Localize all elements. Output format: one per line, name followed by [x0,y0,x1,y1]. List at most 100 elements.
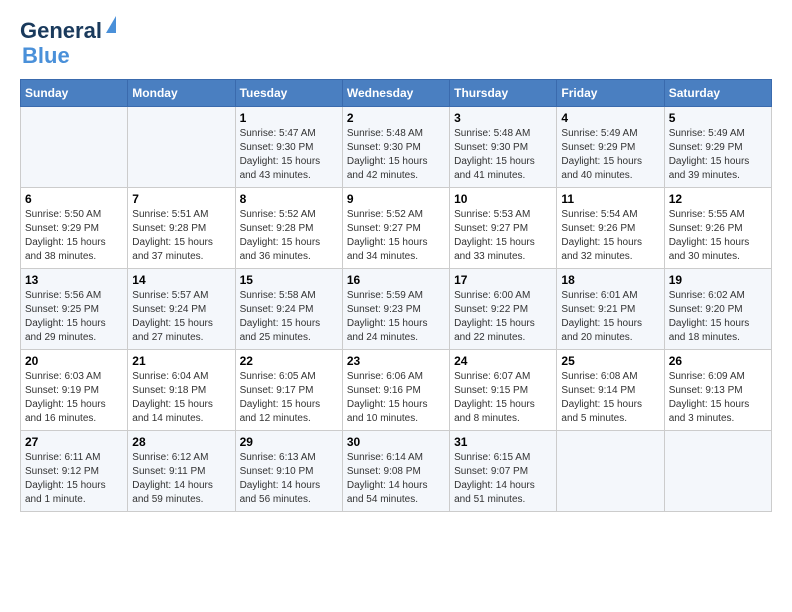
day-number: 29 [240,435,338,449]
day-info: Sunrise: 5:56 AM Sunset: 9:25 PM Dayligh… [25,289,123,345]
day-number: 5 [669,111,767,125]
day-number: 2 [347,111,445,125]
logo-general: General [20,18,102,43]
day-number: 25 [561,354,659,368]
day-info: Sunrise: 6:04 AM Sunset: 9:18 PM Dayligh… [132,370,230,426]
calendar-cell [128,107,235,188]
day-info: Sunrise: 5:48 AM Sunset: 9:30 PM Dayligh… [347,127,445,183]
day-info: Sunrise: 5:52 AM Sunset: 9:28 PM Dayligh… [240,208,338,264]
logo: General Blue [20,20,104,69]
calendar-cell: 4 Sunrise: 5:49 AM Sunset: 9:29 PM Daylig… [557,107,664,188]
day-number: 6 [25,192,123,206]
day-number: 14 [132,273,230,287]
calendar-week-row: 6Sunrise: 5:50 AM Sunset: 9:29 PM Daylig… [21,188,772,269]
day-info: Sunrise: 6:15 AM Sunset: 9:07 PM Dayligh… [454,451,552,507]
day-number: 30 [347,435,445,449]
day-number: 1 [240,111,338,125]
day-info: Sunrise: 5:54 AM Sunset: 9:26 PM Dayligh… [561,208,659,264]
calendar-cell: 1Sunrise: 5:47 AM Sunset: 9:30 PM Daylig… [235,107,342,188]
calendar-cell: 8 Sunrise: 5:52 AM Sunset: 9:28 PM Daylig… [235,188,342,269]
calendar-cell: 6Sunrise: 5:50 AM Sunset: 9:29 PM Daylig… [21,188,128,269]
day-number: 28 [132,435,230,449]
day-number: 20 [25,354,123,368]
day-info: Sunrise: 6:13 AM Sunset: 9:10 PM Dayligh… [240,451,338,507]
calendar-cell: 9 Sunrise: 5:52 AM Sunset: 9:27 PM Daylig… [342,188,449,269]
day-info: Sunrise: 5:59 AM Sunset: 9:23 PM Dayligh… [347,289,445,345]
day-number: 31 [454,435,552,449]
day-number: 3 [454,111,552,125]
day-number: 26 [669,354,767,368]
day-info: Sunrise: 6:14 AM Sunset: 9:08 PM Dayligh… [347,451,445,507]
calendar-cell: 29 Sunrise: 6:13 AM Sunset: 9:10 PM Dayli… [235,431,342,512]
day-info: Sunrise: 5:57 AM Sunset: 9:24 PM Dayligh… [132,289,230,345]
calendar-week-row: 13Sunrise: 5:56 AM Sunset: 9:25 PM Dayli… [21,269,772,350]
day-info: Sunrise: 6:03 AM Sunset: 9:19 PM Dayligh… [25,370,123,426]
calendar-cell: 20 Sunrise: 6:03 AM Sunset: 9:19 PM Dayli… [21,350,128,431]
day-number: 16 [347,273,445,287]
calendar-cell: 18 Sunrise: 6:01 AM Sunset: 9:21 PM Dayli… [557,269,664,350]
day-number: 9 [347,192,445,206]
calendar-cell: 23 Sunrise: 6:06 AM Sunset: 9:16 PM Dayli… [342,350,449,431]
day-number: 4 [561,111,659,125]
day-number: 23 [347,354,445,368]
day-info: Sunrise: 6:07 AM Sunset: 9:15 PM Dayligh… [454,370,552,426]
day-info: Sunrise: 5:55 AM Sunset: 9:26 PM Dayligh… [669,208,767,264]
calendar-cell: 12 Sunrise: 5:55 AM Sunset: 9:26 PM Dayli… [664,188,771,269]
day-number: 17 [454,273,552,287]
calendar-cell: 21Sunrise: 6:04 AM Sunset: 9:18 PM Dayli… [128,350,235,431]
calendar-cell [664,431,771,512]
calendar-cell: 26 Sunrise: 6:09 AM Sunset: 9:13 PM Dayli… [664,350,771,431]
calendar-cell: 5 Sunrise: 5:49 AM Sunset: 9:29 PM Daylig… [664,107,771,188]
calendar-cell: 7Sunrise: 5:51 AM Sunset: 9:28 PM Daylig… [128,188,235,269]
day-info: Sunrise: 6:12 AM Sunset: 9:11 PM Dayligh… [132,451,230,507]
day-info: Sunrise: 5:49 AM Sunset: 9:29 PM Dayligh… [669,127,767,183]
calendar-cell: 11 Sunrise: 5:54 AM Sunset: 9:26 PM Dayli… [557,188,664,269]
calendar-cell: 27 Sunrise: 6:11 AM Sunset: 9:12 PM Dayli… [21,431,128,512]
day-info: Sunrise: 6:05 AM Sunset: 9:17 PM Dayligh… [240,370,338,426]
day-info: Sunrise: 5:48 AM Sunset: 9:30 PM Dayligh… [454,127,552,183]
calendar-week-row: 20 Sunrise: 6:03 AM Sunset: 9:19 PM Dayli… [21,350,772,431]
header-day: Thursday [450,80,557,107]
day-number: 24 [454,354,552,368]
calendar-cell: 16 Sunrise: 5:59 AM Sunset: 9:23 PM Dayli… [342,269,449,350]
calendar-cell: 10 Sunrise: 5:53 AM Sunset: 9:27 PM Dayli… [450,188,557,269]
calendar-cell: 31 Sunrise: 6:15 AM Sunset: 9:07 PM Dayli… [450,431,557,512]
day-info: Sunrise: 6:01 AM Sunset: 9:21 PM Dayligh… [561,289,659,345]
day-info: Sunrise: 5:58 AM Sunset: 9:24 PM Dayligh… [240,289,338,345]
logo-blue: Blue [22,43,70,68]
day-number: 18 [561,273,659,287]
day-number: 10 [454,192,552,206]
calendar-week-row: 27 Sunrise: 6:11 AM Sunset: 9:12 PM Dayli… [21,431,772,512]
day-info: Sunrise: 6:00 AM Sunset: 9:22 PM Dayligh… [454,289,552,345]
day-info: Sunrise: 6:08 AM Sunset: 9:14 PM Dayligh… [561,370,659,426]
day-number: 8 [240,192,338,206]
calendar-cell: 30 Sunrise: 6:14 AM Sunset: 9:08 PM Dayli… [342,431,449,512]
header-day: Wednesday [342,80,449,107]
day-info: Sunrise: 5:49 AM Sunset: 9:29 PM Dayligh… [561,127,659,183]
calendar-cell: 13Sunrise: 5:56 AM Sunset: 9:25 PM Dayli… [21,269,128,350]
day-number: 22 [240,354,338,368]
page-header: General Blue [20,20,772,69]
day-number: 19 [669,273,767,287]
calendar-cell: 3 Sunrise: 5:48 AM Sunset: 9:30 PM Daylig… [450,107,557,188]
day-number: 12 [669,192,767,206]
day-number: 7 [132,192,230,206]
calendar-cell [557,431,664,512]
calendar-cell: 28 Sunrise: 6:12 AM Sunset: 9:11 PM Dayli… [128,431,235,512]
header-day: Monday [128,80,235,107]
day-info: Sunrise: 5:52 AM Sunset: 9:27 PM Dayligh… [347,208,445,264]
calendar-cell: 14 Sunrise: 5:57 AM Sunset: 9:24 PM Dayli… [128,269,235,350]
day-info: Sunrise: 5:53 AM Sunset: 9:27 PM Dayligh… [454,208,552,264]
calendar-cell: 22 Sunrise: 6:05 AM Sunset: 9:17 PM Dayli… [235,350,342,431]
day-info: Sunrise: 6:09 AM Sunset: 9:13 PM Dayligh… [669,370,767,426]
header-day: Friday [557,80,664,107]
calendar-cell: 15Sunrise: 5:58 AM Sunset: 9:24 PM Dayli… [235,269,342,350]
day-number: 11 [561,192,659,206]
day-number: 27 [25,435,123,449]
calendar-cell: 17 Sunrise: 6:00 AM Sunset: 9:22 PM Dayli… [450,269,557,350]
day-info: Sunrise: 6:11 AM Sunset: 9:12 PM Dayligh… [25,451,123,507]
calendar-table: SundayMondayTuesdayWednesdayThursdayFrid… [20,79,772,512]
calendar-week-row: 1Sunrise: 5:47 AM Sunset: 9:30 PM Daylig… [21,107,772,188]
calendar-cell: 25 Sunrise: 6:08 AM Sunset: 9:14 PM Dayli… [557,350,664,431]
day-info: Sunrise: 6:06 AM Sunset: 9:16 PM Dayligh… [347,370,445,426]
